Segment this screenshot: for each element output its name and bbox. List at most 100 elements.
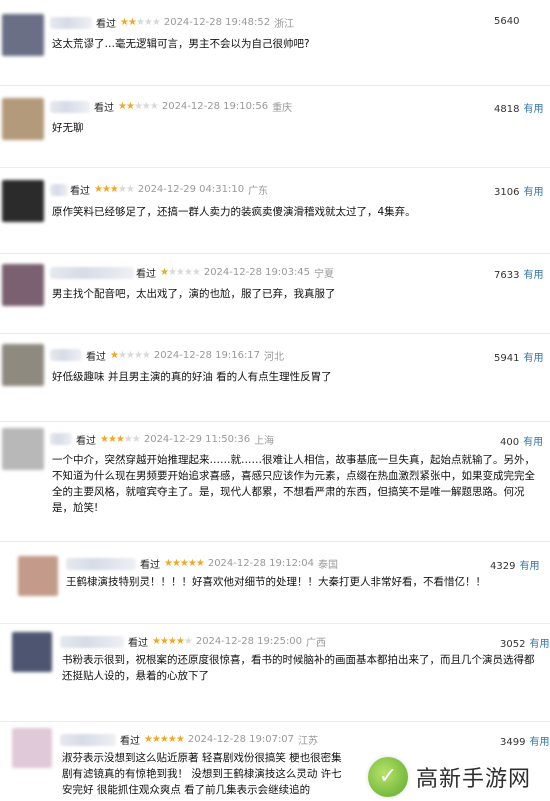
review-meta: 看过 ★★★★★ 2024-12-28 19:16:17 河北 bbox=[86, 348, 284, 363]
watermark-logo-icon: ✓ bbox=[368, 756, 408, 797]
useful-count[interactable]: 5640 bbox=[494, 16, 519, 27]
useful-number: 5640 bbox=[494, 16, 520, 27]
useful-button[interactable]: 有用 bbox=[529, 639, 549, 650]
watched-status: 看过 bbox=[70, 186, 90, 197]
useful-count[interactable]: 5941 有用 bbox=[494, 349, 543, 364]
avatar[interactable] bbox=[2, 14, 44, 56]
watermark-text: 高新手游网 bbox=[416, 766, 532, 792]
review-item: 看过 ★★★★★ 2024-12-28 19:03:45 宁夏 7633 有用 男… bbox=[0, 254, 550, 334]
watched-status: 看过 bbox=[128, 638, 148, 649]
useful-number: 3052 bbox=[500, 639, 526, 650]
site-watermark: ✓ 高新手游网 bbox=[368, 752, 550, 801]
useful-number: 400 bbox=[500, 437, 520, 448]
useful-number: 7633 bbox=[494, 270, 520, 281]
useful-count[interactable]: 3106 有用 bbox=[494, 183, 543, 198]
review-date: 2024-12-28 19:48:52 bbox=[163, 17, 271, 28]
username-blurred[interactable] bbox=[66, 558, 136, 570]
avatar[interactable] bbox=[2, 344, 44, 386]
watched-status: 看过 bbox=[136, 269, 156, 280]
rating-stars-icon: ★★★★★ bbox=[164, 558, 205, 569]
watched-status: 看过 bbox=[94, 103, 114, 114]
username-blurred[interactable] bbox=[50, 433, 72, 445]
review-location: 泰国 bbox=[318, 560, 339, 571]
review-item: 看过 ★★★★★ 2024-12-28 19:10:56 重庆 4818 有用 好… bbox=[0, 86, 550, 168]
useful-count[interactable]: 4818 有用 bbox=[494, 100, 543, 115]
review-text: 原作笑料已经够足了，还搞一群人卖力的装疯卖傻演滑稽戏就太过了，4集弃。 bbox=[52, 206, 416, 218]
review-item: 看过 ★★★★★ 2024-12-28 19:16:17 河北 5941 有用 好… bbox=[0, 334, 550, 422]
review-date: 2024-12-28 19:16:17 bbox=[153, 350, 261, 361]
review-location: 广东 bbox=[248, 186, 269, 197]
username-blurred[interactable] bbox=[50, 267, 134, 279]
review-item: 看过 ★★★★★ 2024-12-28 19:12:04 泰国 4329 有用 王… bbox=[0, 542, 550, 624]
review-location: 上海 bbox=[254, 436, 275, 447]
watched-status: 看过 bbox=[76, 436, 96, 447]
review-text: 男主找个配音吧，太出戏了，演的也尬，服了已弃，我真服了 bbox=[52, 288, 336, 300]
review-text: 淑芬表示没想到这么贴近原著 轻喜剧戏份很搞笑 梗也很密集 剧有滤镜真的有惊艳到我… bbox=[62, 752, 342, 796]
avatar[interactable] bbox=[2, 264, 44, 306]
review-location: 江苏 bbox=[298, 736, 319, 747]
rating-stars-icon: ★★★★★ bbox=[160, 267, 201, 278]
review-location: 宁夏 bbox=[314, 269, 335, 280]
useful-button[interactable]: 有用 bbox=[523, 187, 543, 198]
rating-stars-icon: ★★★★★ bbox=[118, 101, 159, 112]
review-location: 河北 bbox=[264, 352, 285, 363]
review-item: 看过 ★★★★★ 2024-12-29 04:31:10 广东 3106 有用 原… bbox=[0, 168, 550, 254]
useful-count[interactable]: 400 有用 bbox=[500, 433, 543, 448]
review-meta: 看过 ★★★★★ 2024-12-28 19:10:56 重庆 bbox=[94, 99, 292, 114]
review-date: 2024-12-28 19:03:45 bbox=[203, 267, 311, 278]
review-date: 2024-12-29 11:50:36 bbox=[143, 434, 251, 445]
useful-button[interactable]: 有用 bbox=[523, 353, 543, 364]
review-meta: 看过 ★★★★★ 2024-12-29 04:31:10 广东 bbox=[70, 182, 268, 197]
useful-button[interactable]: 有用 bbox=[523, 104, 543, 115]
review-meta: 看过 ★★★★★ 2024-12-29 11:50:36 上海 bbox=[76, 432, 274, 447]
review-meta: 看过 ★★★★★ 2024-12-28 19:25:00 广西 bbox=[128, 634, 326, 649]
review-item: 看过 ★★★★★ 2024-12-28 19:48:52 浙江 5640 这太荒… bbox=[0, 0, 550, 86]
review-text: 书粉表示很到，祝根案的还原度很惊喜，看书的时候脑补的画面基本都拍出来了，而且几个… bbox=[62, 654, 535, 682]
useful-button[interactable]: 有用 bbox=[519, 561, 539, 572]
rating-stars-icon: ★★★★★ bbox=[152, 636, 193, 647]
useful-count[interactable]: 4329 有用 bbox=[490, 557, 539, 572]
rating-stars-icon: ★★★★★ bbox=[100, 434, 141, 445]
avatar[interactable] bbox=[12, 632, 52, 672]
username-blurred[interactable] bbox=[50, 184, 68, 196]
avatar[interactable] bbox=[2, 98, 44, 140]
username-blurred[interactable] bbox=[50, 349, 82, 361]
useful-count[interactable]: 7633 有用 bbox=[494, 266, 543, 281]
watched-status: 看过 bbox=[86, 352, 106, 363]
review-date: 2024-12-28 19:07:07 bbox=[187, 734, 295, 745]
username-blurred[interactable] bbox=[60, 734, 116, 746]
watched-status: 看过 bbox=[140, 560, 160, 571]
useful-button[interactable]: 有用 bbox=[529, 737, 549, 748]
useful-number: 4329 bbox=[490, 561, 516, 572]
useful-button[interactable]: 有用 bbox=[523, 270, 543, 281]
useful-number: 3499 bbox=[500, 737, 526, 748]
review-item: 看过 ★★★★★ 2024-12-29 11:50:36 上海 400 有用 一个… bbox=[0, 422, 550, 542]
review-meta: 看过 ★★★★★ 2024-12-28 19:07:07 江苏 bbox=[120, 732, 318, 747]
review-date: 2024-12-28 19:25:00 bbox=[195, 636, 303, 647]
review-meta: 看过 ★★★★★ 2024-12-28 19:48:52 浙江 bbox=[96, 15, 294, 30]
review-text: 一个中介，突然穿越开始推理起来……就……很难让人相信，故事基底一旦失真，起始点就… bbox=[52, 454, 535, 514]
review-text: 好无聊 bbox=[52, 122, 84, 134]
rating-stars-icon: ★★★★★ bbox=[110, 350, 151, 361]
rating-stars-icon: ★★★★★ bbox=[120, 17, 161, 28]
avatar[interactable] bbox=[2, 428, 44, 470]
avatar[interactable] bbox=[12, 728, 52, 768]
review-location: 重庆 bbox=[272, 103, 293, 114]
avatar[interactable] bbox=[18, 556, 58, 596]
useful-number: 3106 bbox=[494, 187, 520, 198]
review-date: 2024-12-29 04:31:10 bbox=[137, 184, 245, 195]
rating-stars-icon: ★★★★★ bbox=[94, 184, 135, 195]
review-text: 王鹤棣演技特别灵！！！！好喜欢他对细节的处理！！大秦打更人非常好看，不看惜亿！！ bbox=[66, 576, 486, 588]
review-meta: 看过 ★★★★★ 2024-12-28 19:03:45 宁夏 bbox=[136, 265, 334, 280]
username-blurred[interactable] bbox=[50, 17, 92, 29]
useful-count[interactable]: 3499 有用 bbox=[500, 733, 549, 748]
review-location: 浙江 bbox=[274, 19, 295, 30]
username-blurred[interactable] bbox=[60, 636, 124, 648]
watched-status: 看过 bbox=[120, 736, 140, 747]
useful-count[interactable]: 3052 有用 bbox=[500, 635, 549, 650]
username-blurred[interactable] bbox=[50, 101, 90, 113]
avatar[interactable] bbox=[2, 180, 44, 222]
review-location: 广西 bbox=[306, 638, 327, 649]
useful-button[interactable]: 有用 bbox=[523, 437, 543, 448]
review-date: 2024-12-28 19:10:56 bbox=[161, 101, 269, 112]
